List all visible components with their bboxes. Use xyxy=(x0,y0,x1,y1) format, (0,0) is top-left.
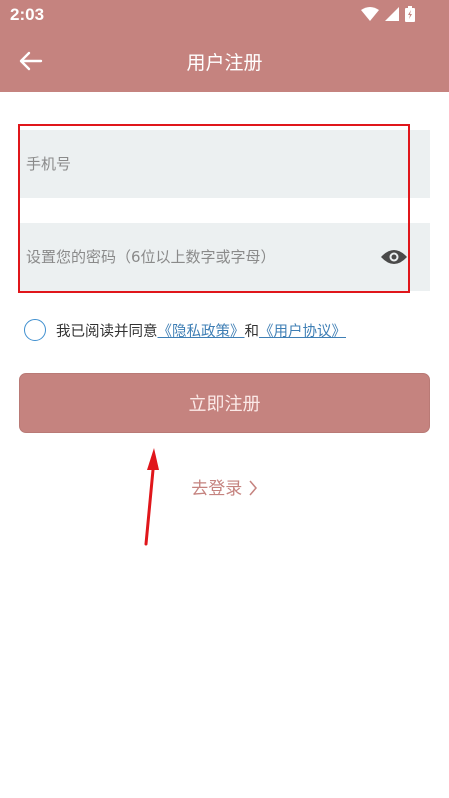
password-field-container xyxy=(18,223,430,291)
register-button[interactable]: 立即注册 xyxy=(19,373,430,433)
annotation-arrow xyxy=(144,448,159,546)
agreement-text: 我已阅读并同意 xyxy=(56,323,158,340)
phone-input[interactable] xyxy=(26,130,366,198)
chevron-right-icon xyxy=(249,480,257,496)
go-login-link[interactable]: 去登录 xyxy=(0,474,449,499)
wifi-icon xyxy=(361,7,379,21)
agree-checkbox[interactable] xyxy=(24,319,46,341)
agreement-joiner: 和 xyxy=(244,323,260,340)
status-bar: 2:03 xyxy=(0,0,449,30)
phone-field-container xyxy=(18,130,430,198)
status-time: 2:03 xyxy=(10,5,45,24)
signal-icon xyxy=(385,7,399,21)
status-icons xyxy=(361,6,415,22)
battery-icon xyxy=(405,6,415,22)
register-screen: 2:03 用户注册 我已阅读并同意 《隐私政策》 和 《用户协议》 立即注册 去 xyxy=(0,0,449,798)
privacy-policy-link[interactable]: 《隐私政策》 xyxy=(158,320,245,341)
go-login-label: 去登录 xyxy=(191,479,243,499)
agreement-row: 我已阅读并同意 《隐私政策》 和 《用户协议》 xyxy=(24,316,346,344)
eye-icon[interactable] xyxy=(380,245,408,269)
password-input[interactable] xyxy=(26,223,366,291)
app-bar: 用户注册 xyxy=(0,30,449,92)
page-title: 用户注册 xyxy=(186,52,263,74)
user-agreement-link[interactable]: 《用户协议》 xyxy=(259,320,346,341)
